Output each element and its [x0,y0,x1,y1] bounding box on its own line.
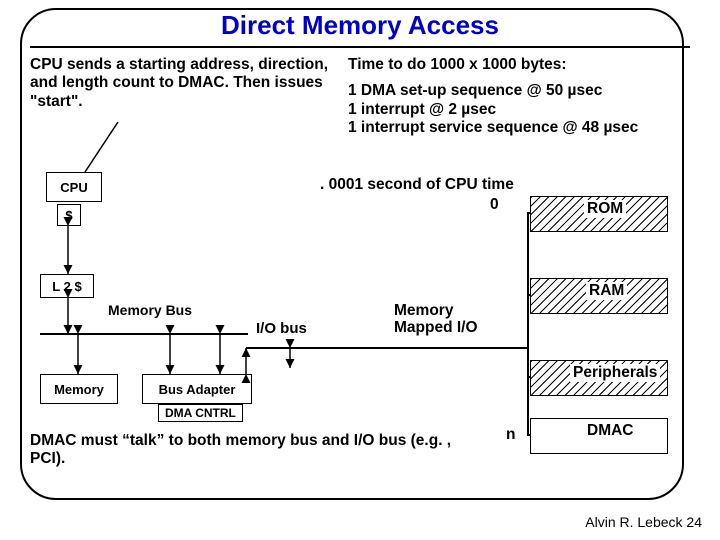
left-description: CPU sends a starting address, direction,… [30,56,330,111]
dma-controller-label: DMA CNTRL [158,404,243,422]
attribution: Alvin R. Lebeck 24 [585,514,702,530]
cpu-box: CPU [46,172,102,202]
rom-label: ROM [584,200,626,218]
ram-label: RAM [586,282,627,300]
dmac-label: DMAC [584,422,637,440]
timing-line-1: 1 DMA set-up sequence @ 50 µsec [348,82,678,100]
n-label: n [506,426,515,444]
l2-cache-box: L 2 $ [40,274,94,298]
peripherals-label: Peripherals [570,364,660,382]
right-description: Time to do 1000 x 1000 bytes: 1 DMA set-… [348,56,678,137]
timing-line-2: 1 interrupt @ 2 µsec [348,101,678,119]
timing-line-3: 1 interrupt service sequence @ 48 µsec [348,119,678,137]
title-underline [30,46,690,48]
mmio-label: Memory Mapped I/O [394,302,504,336]
memory-box: Memory [40,374,118,404]
cpu-time-label: . 0001 second of CPU time [320,176,514,194]
l1-cache-box: $ [57,204,81,226]
memory-bus-label: Memory Bus [108,302,192,318]
bus-adapter-box: Bus Adapter [142,374,252,404]
timing-heading: Time to do 1000 x 1000 bytes: [348,56,678,74]
zero-label: 0 [490,196,499,214]
slide-title: Direct Memory Access [0,10,720,41]
footer-note: DMAC must “talk” to both memory bus and … [30,432,460,468]
io-bus-label: I/O bus [256,320,307,337]
